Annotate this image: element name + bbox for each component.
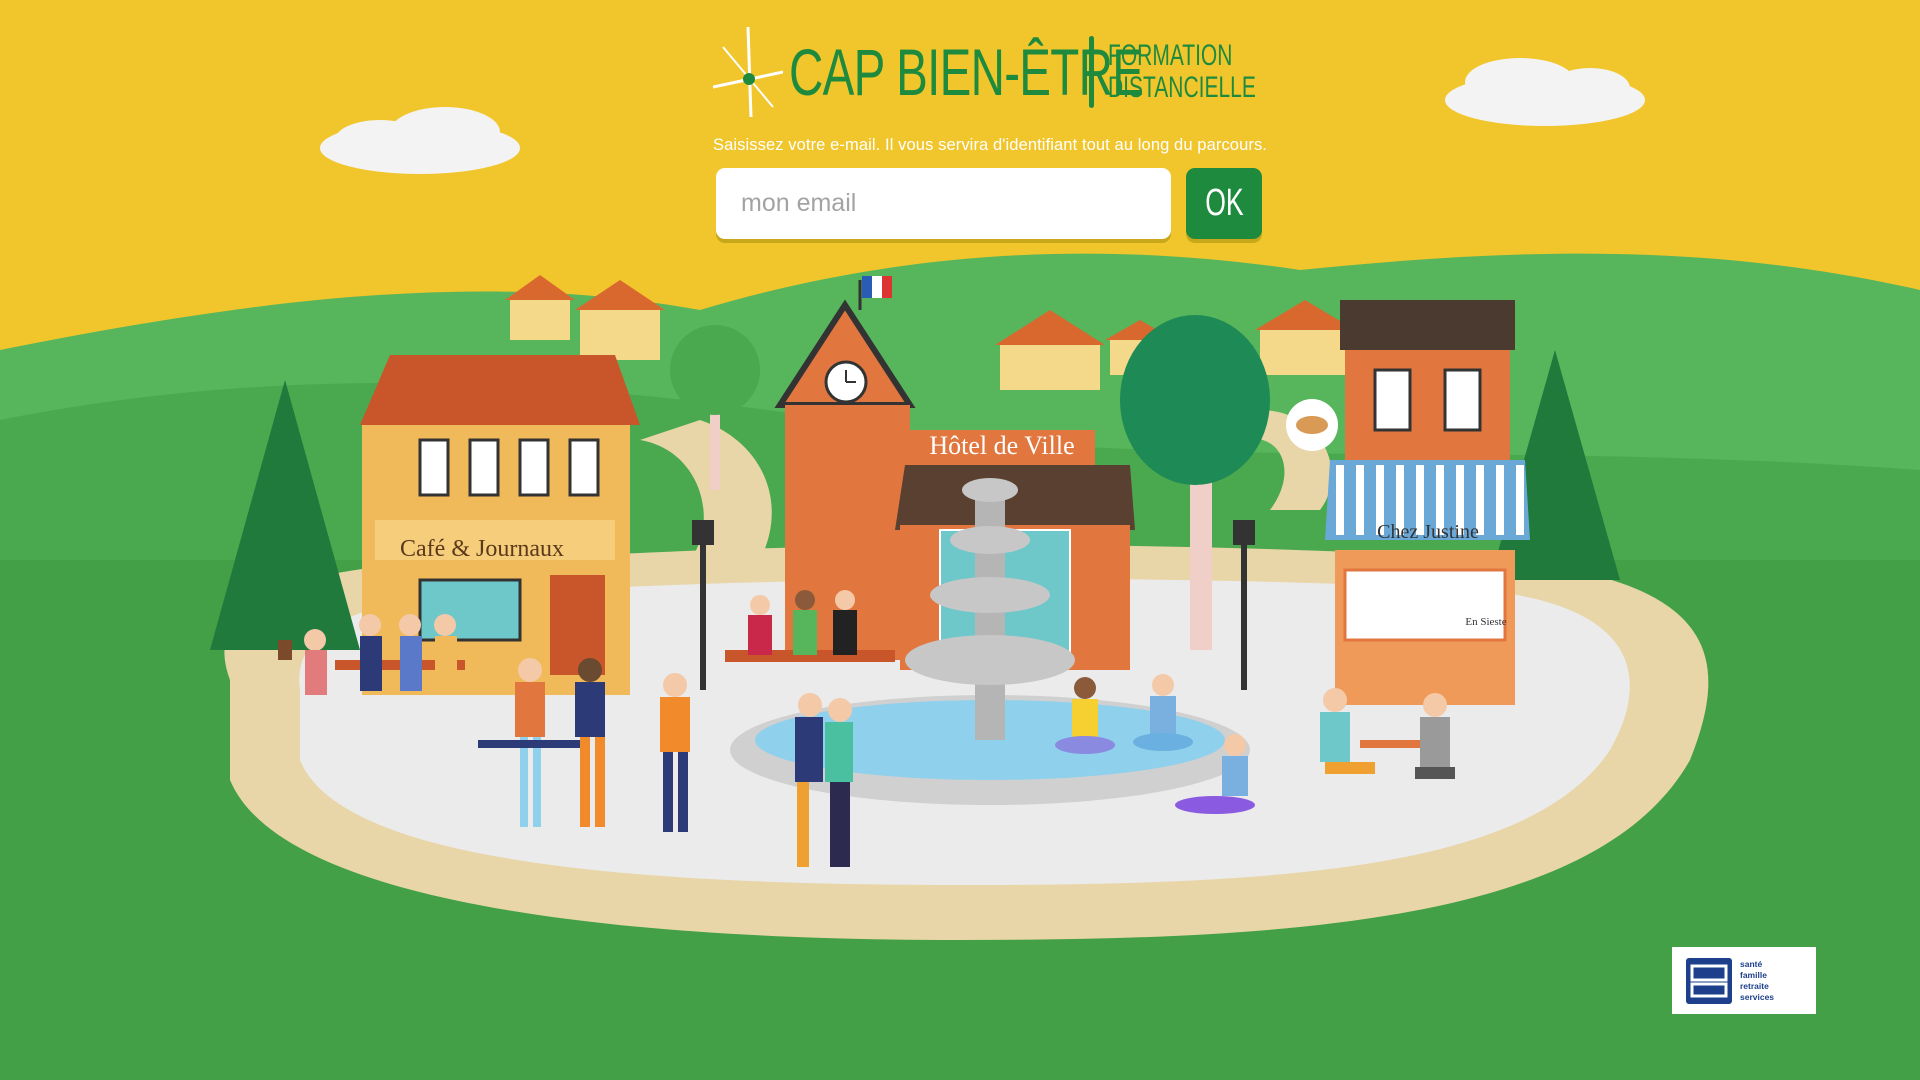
ok-button[interactable]: OK: [1186, 168, 1262, 239]
shop-sign: Chez Justine: [1377, 521, 1479, 543]
partner-line-3: retraite: [1740, 980, 1769, 991]
header: CAP BIEN-ÊTRE FORMATION DISTANCIELLE Sai…: [0, 0, 1920, 260]
partner-text: santé famille retraite services: [1740, 959, 1774, 1003]
brand-subtitle-line1: FORMATION: [1108, 39, 1233, 72]
compass-star-icon: [713, 27, 783, 117]
partner-line-1: santé: [1740, 958, 1763, 969]
bread-icon: [1286, 399, 1338, 451]
ok-button-label: OK: [1204, 182, 1244, 224]
cafe-sign: Café & Journaux: [400, 536, 564, 562]
msa-logo-icon: [1686, 957, 1732, 1004]
brand-subtitle-line2: DISTANCIELLE: [1108, 71, 1256, 104]
shop-window-sign: En Sieste: [1465, 616, 1506, 628]
partner-line-4: services: [1740, 991, 1775, 1002]
email-input[interactable]: [716, 168, 1171, 239]
partner-line-2: famille: [1740, 969, 1767, 980]
instructions-text: Saisissez votre e-mail. Il vous servira …: [713, 136, 1267, 154]
partner-logo: santé famille retraite services: [1672, 947, 1816, 1014]
town-hall-sign: Hôtel de Ville: [929, 431, 1074, 460]
brand-logo: CAP BIEN-ÊTRE FORMATION DISTANCIELLE: [713, 22, 1268, 122]
brand-subtitle: FORMATION DISTANCIELLE: [1108, 39, 1256, 104]
brand-name: CAP BIEN-ÊTRE: [789, 35, 1144, 109]
